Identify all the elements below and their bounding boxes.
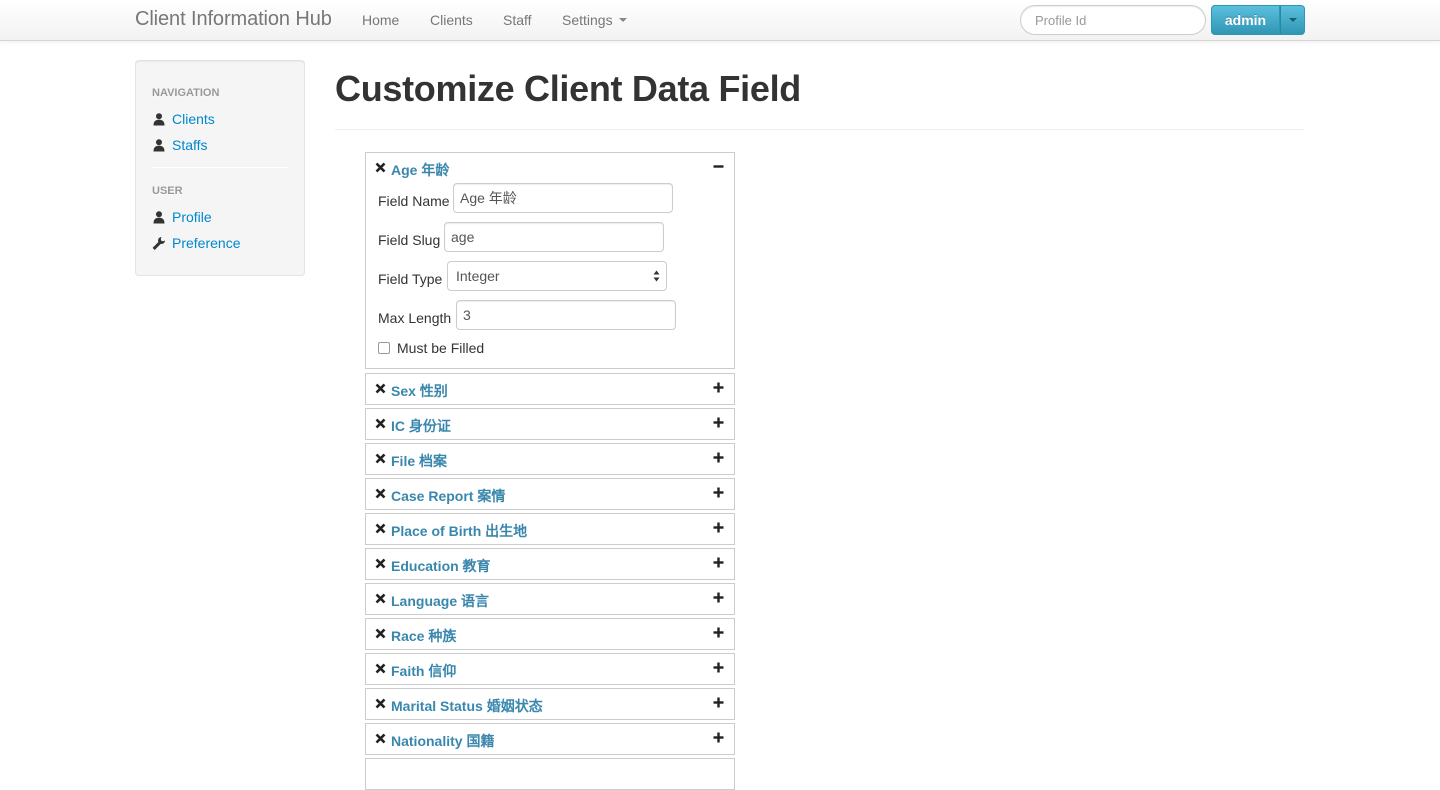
profile-id-search-input[interactable] (1020, 5, 1206, 35)
sidebar-item-label: Profile (172, 209, 212, 225)
remove-icon[interactable] (375, 628, 386, 639)
nav-home[interactable]: Home (362, 12, 399, 28)
field-panel-collapsed[interactable]: Education 教育 (365, 548, 735, 580)
must-fill-checkbox[interactable] (378, 342, 390, 354)
expand-plus-icon[interactable] (713, 522, 724, 533)
field-name-input[interactable] (453, 183, 673, 213)
sidebar-item-label: Preference (172, 235, 241, 251)
remove-icon[interactable] (375, 418, 386, 429)
panel-title[interactable]: Race 种族 (391, 626, 456, 646)
expand-plus-icon[interactable] (713, 382, 724, 393)
expand-plus-icon[interactable] (713, 487, 724, 498)
expand-plus-icon[interactable] (713, 732, 724, 743)
must-fill-checkbox-row[interactable]: Must be Filled (378, 340, 484, 356)
remove-icon[interactable] (375, 593, 386, 604)
field-panel-expanded: Age 年龄 Field Name Field Slug Field Type … (365, 152, 735, 369)
field-panel-collapsed[interactable]: Nationality 国籍 (365, 723, 735, 755)
panel-title[interactable]: Case Report 案情 (391, 486, 505, 506)
sidebar-divider (152, 167, 288, 168)
field-panel-collapsed[interactable]: Race 种族 (365, 618, 735, 650)
brand-link[interactable]: Client Information Hub (135, 8, 332, 31)
field-type-label: Field Type (378, 271, 443, 287)
nav-settings-dropdown[interactable]: Settings (562, 12, 627, 28)
title-divider (335, 129, 1304, 130)
field-panel-collapsed[interactable]: File 档案 (365, 443, 735, 475)
field-slug-label: Field Slug (378, 232, 441, 248)
sidebar-item-preference[interactable]: Preference (152, 235, 240, 251)
panel-title[interactable]: File 档案 (391, 451, 447, 471)
page-title: Customize Client Data Field (335, 68, 801, 109)
remove-icon[interactable] (375, 523, 386, 534)
field-slug-input[interactable] (444, 222, 664, 252)
sidebar-item-clients[interactable]: Clients (152, 111, 215, 127)
caret-down-icon (1288, 18, 1297, 22)
field-panel-collapsed[interactable]: Case Report 案情 (365, 478, 735, 510)
field-type-select[interactable]: Integer (447, 261, 667, 291)
field-panel-collapsed[interactable]: Faith 信仰 (365, 653, 735, 685)
panel-title[interactable]: Sex 性别 (391, 381, 448, 401)
sidebar-item-staffs[interactable]: Staffs (152, 137, 208, 153)
expand-plus-icon[interactable] (713, 662, 724, 673)
sidebar-header-navigation: NAVIGATION (152, 87, 220, 99)
wrench-icon (152, 237, 165, 250)
chevron-down-icon (618, 18, 627, 23)
remove-icon[interactable] (375, 488, 386, 499)
must-fill-label: Must be Filled (397, 340, 485, 356)
panel-title[interactable]: Nationality 国籍 (391, 731, 494, 751)
field-panel-collapsed[interactable]: IC 身份证 (365, 408, 735, 440)
expand-plus-icon[interactable] (713, 417, 724, 428)
field-name-label: Field Name (378, 193, 450, 209)
field-panel-collapsed[interactable] (365, 758, 735, 790)
panel-title[interactable]: Faith 信仰 (391, 661, 456, 681)
panel-title[interactable]: IC 身份证 (391, 416, 451, 436)
sidebar: NAVIGATION Clients Staffs USER Profile P… (135, 60, 305, 276)
nav-clients[interactable]: Clients (430, 12, 473, 28)
max-length-input[interactable] (456, 300, 676, 330)
sidebar-item-profile[interactable]: Profile (152, 209, 212, 225)
expand-plus-icon[interactable] (713, 627, 724, 638)
user-icon (153, 113, 165, 126)
field-type-selected: Integer (456, 268, 500, 284)
panel-title[interactable]: Age 年龄 (391, 160, 449, 180)
field-panel-collapsed[interactable]: Language 语言 (365, 583, 735, 615)
panel-title[interactable]: Place of Birth 出生地 (391, 521, 527, 541)
top-navbar: Client Information Hub Home Clients Staf… (0, 0, 1440, 41)
field-panel-collapsed[interactable]: Place of Birth 出生地 (365, 513, 735, 545)
panel-header[interactable]: Age 年龄 (366, 153, 734, 183)
panel-title[interactable]: Marital Status 婚姻状态 (391, 696, 543, 716)
nav-staff[interactable]: Staff (503, 12, 532, 28)
panel-title[interactable]: Language 语言 (391, 591, 489, 611)
user-icon (153, 211, 165, 224)
user-menu: admin (1211, 5, 1305, 35)
expand-plus-icon[interactable] (713, 592, 724, 603)
sidebar-item-label: Clients (172, 111, 215, 127)
expand-plus-icon[interactable] (713, 697, 724, 708)
field-panel-collapsed[interactable]: Sex 性别 (365, 373, 735, 405)
select-arrows-icon (653, 270, 660, 282)
sidebar-header-user: USER (152, 185, 183, 197)
expand-plus-icon[interactable] (713, 452, 724, 463)
sidebar-item-label: Staffs (172, 137, 208, 153)
field-panel-collapsed[interactable]: Marital Status 婚姻状态 (365, 688, 735, 720)
remove-icon[interactable] (375, 558, 386, 569)
max-length-label: Max Length (378, 310, 452, 326)
remove-icon[interactable] (375, 698, 386, 709)
remove-icon[interactable] (375, 663, 386, 674)
remove-icon[interactable] (375, 453, 386, 464)
remove-icon[interactable] (375, 383, 386, 394)
panel-title[interactable]: Education 教育 (391, 556, 491, 576)
nav-settings-label: Settings (562, 12, 613, 28)
admin-dropdown-toggle[interactable] (1280, 5, 1305, 35)
remove-icon[interactable] (375, 733, 386, 744)
admin-button[interactable]: admin (1211, 5, 1280, 35)
remove-icon[interactable] (375, 162, 386, 173)
collapse-minus-icon[interactable] (713, 161, 724, 172)
expand-plus-icon[interactable] (713, 557, 724, 568)
user-icon (153, 139, 165, 152)
